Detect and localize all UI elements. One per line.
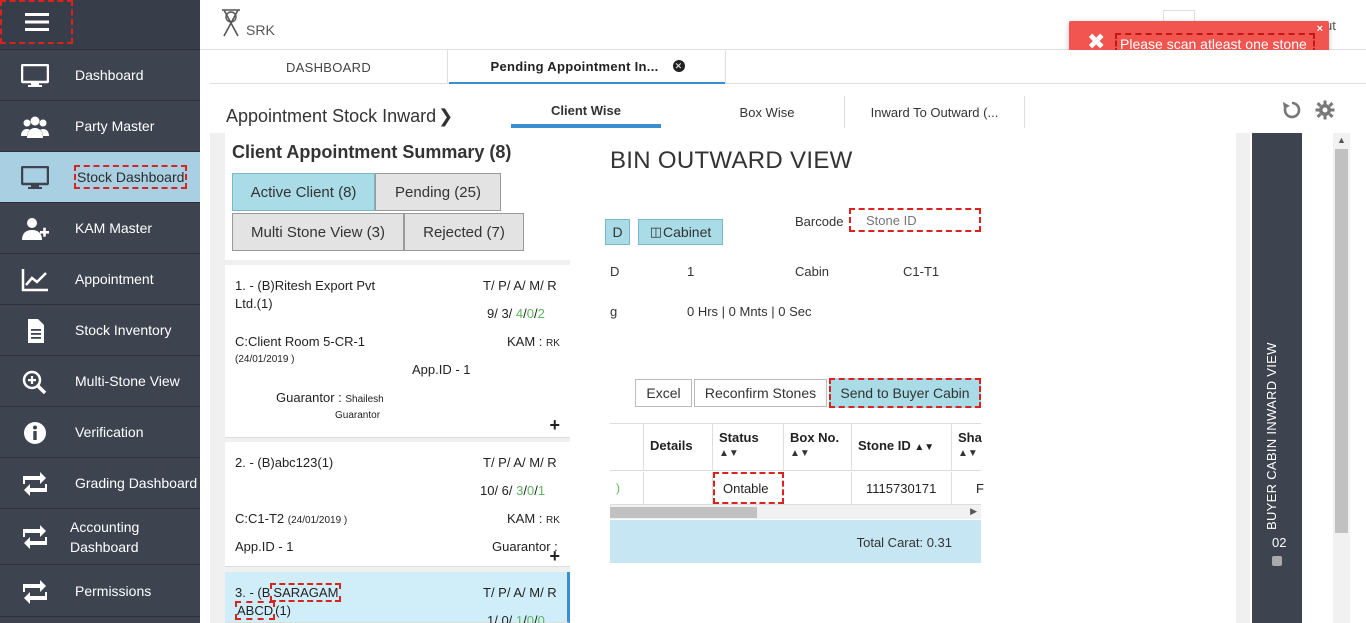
table-header-status[interactable]: Status ▲▼	[713, 423, 784, 471]
scrollbar-thumb[interactable]	[610, 507, 757, 518]
cabin-label: Cabin	[795, 264, 829, 279]
subtab-box-wise[interactable]: Box Wise	[690, 96, 845, 128]
barcode-input[interactable]	[849, 208, 981, 232]
client-card[interactable]: 1. - (B)Ritesh Export Pvt Ltd.(1) T/ P/ …	[225, 265, 570, 438]
document-icon	[20, 318, 50, 344]
info-label: D	[610, 264, 620, 279]
status-indicator: )	[616, 481, 620, 495]
sidebar-item-multi-stone-view[interactable]: Multi-Stone View	[0, 356, 200, 407]
page-vertical-scrollbar[interactable]: ▲	[1333, 133, 1350, 623]
scroll-up-icon[interactable]: ▲	[1337, 135, 1346, 145]
time-value: 0 Hrs | 0 Mnts | 0 Sec	[687, 304, 812, 319]
sidebar-item-stock-dashboard[interactable]: Stock Dashboard	[0, 152, 200, 203]
tab-dashboard[interactable]: DASHBOARD	[210, 50, 448, 84]
filter-pending-button[interactable]: Pending (25)	[375, 173, 501, 211]
table-header-shape[interactable]: Sha ▲▼	[952, 423, 982, 471]
table-cell-status: Ontable	[713, 472, 784, 504]
table-header-box-no[interactable]: Box No. ▲▼	[784, 423, 852, 471]
menu-toggle-button[interactable]	[0, 0, 200, 50]
sidebar-item-permissions[interactable]: Permissions	[0, 566, 200, 617]
table-cell-stone-id: 1115730171	[852, 472, 952, 504]
id-toggle-button[interactable]: D	[605, 219, 630, 245]
tab-strip: DASHBOARD Pending Appointment In... ✕	[210, 50, 1366, 84]
table-cell-details	[644, 472, 713, 504]
filter-active-client-button[interactable]: Active Client (8)	[232, 173, 375, 211]
refresh-icon[interactable]	[1282, 100, 1302, 120]
info-icon	[20, 420, 50, 446]
sort-icon: ▲▼	[790, 448, 810, 459]
user-plus-icon	[20, 216, 50, 242]
chevron-right-icon: ❯	[438, 106, 454, 126]
table-cell: )	[610, 472, 644, 504]
buyer-cabin-inward-panel[interactable]: BUYER CABIN INWARD VIEW 02	[1252, 133, 1302, 623]
expand-icon[interactable]: +	[549, 415, 560, 436]
client-card[interactable]: 2. - (B)abc123(1) T/ P/ A/ M/ R 10/ 6/ 3…	[225, 442, 570, 567]
appointment-counts: 10/ 6/ 3/0/1	[480, 483, 546, 498]
excel-button[interactable]: Excel	[635, 379, 692, 407]
filter-multi-stone-view-button[interactable]: Multi Stone View (3)	[232, 213, 404, 251]
retweet-icon	[20, 524, 50, 550]
table-footer: Total Carat: 0.31	[610, 520, 981, 563]
sort-icon: ▲▼	[719, 448, 739, 459]
table-cell-shape: F	[976, 480, 984, 496]
appointment-counts: 1/ 0/ 1/0/0	[487, 613, 545, 623]
sidebar-item-grading-dashboard[interactable]: Grading Dashboard	[0, 458, 200, 509]
monitor-icon	[20, 63, 50, 89]
filter-rejected-button[interactable]: Rejected (7)	[404, 213, 524, 251]
panel-count: 02	[1272, 535, 1287, 550]
barcode-label: Barcode	[795, 214, 844, 229]
time-label: g	[610, 304, 618, 319]
sidebar-item-kam-master[interactable]: KAM Master	[0, 203, 200, 254]
expand-icon[interactable]: +	[549, 546, 560, 567]
scroll-right-icon[interactable]: ▶	[970, 506, 977, 517]
scrollbar-thumb[interactable]	[1335, 149, 1348, 533]
sidebar-item-stock-inventory[interactable]: Stock Inventory	[0, 305, 200, 356]
toast-close-button[interactable]: ×	[1317, 23, 1323, 35]
checkbox-icon[interactable]	[1272, 556, 1282, 566]
cabinet-toggle-button[interactable]: ◫ Cabinet	[638, 219, 723, 245]
reconfirm-stones-button[interactable]: Reconfirm Stones	[694, 379, 827, 407]
tab-close-icon[interactable]: ✕	[672, 60, 685, 72]
cabin-value: C1-T1	[903, 264, 940, 279]
summary-title: Client Appointment Summary (8)	[232, 142, 512, 162]
table-cell-box-no	[784, 472, 852, 504]
info-value: 1	[687, 264, 695, 279]
users-icon	[20, 114, 50, 140]
retweet-icon	[20, 579, 50, 605]
columns-icon: ◫	[649, 224, 663, 239]
sort-icon: ▲▼	[914, 442, 935, 453]
table-horizontal-scrollbar[interactable]: ▶	[610, 504, 981, 519]
srk-logo[interactable]: SRK	[218, 8, 278, 42]
sidebar-item-appointment[interactable]: Appointment	[0, 254, 200, 305]
table-header	[610, 423, 644, 471]
send-to-buyer-cabin-button[interactable]: Send to Buyer Cabin	[829, 378, 981, 408]
sidebar-item-party-master[interactable]: Party Master	[0, 101, 200, 152]
tab-pending-appointment[interactable]: Pending Appointment In... ✕	[449, 50, 726, 84]
panel-title: BUYER CABIN INWARD VIEW	[1264, 342, 1279, 530]
subtab-client-wise[interactable]: Client Wise	[511, 96, 661, 128]
monitor-icon	[20, 165, 50, 191]
subtab-inward-to-outward[interactable]: Inward To Outward (...	[845, 96, 1025, 128]
page-title: Appointment Stock Inward ❯	[226, 106, 454, 126]
zoom-in-icon	[20, 369, 50, 395]
gear-icon[interactable]	[1315, 100, 1335, 120]
view-title: BIN OUTWARD VIEW	[610, 147, 853, 174]
table-header-details[interactable]: Details	[644, 423, 713, 471]
table-header-stone-id[interactable]: Stone ID ▲▼	[852, 423, 952, 471]
total-carat: Total Carat: 0.31	[856, 535, 952, 550]
retweet-icon	[20, 471, 50, 497]
tab-divider	[725, 50, 726, 84]
sidebar-item-verification[interactable]: Verification	[0, 407, 200, 458]
sort-icon: ▲▼	[958, 448, 978, 459]
line-chart-icon	[20, 267, 50, 293]
appointment-counts: 9/ 3/ 4/0/2	[487, 306, 545, 321]
hamburger-icon[interactable]	[0, 0, 73, 44]
sidebar-item-accounting-dashboard[interactable]: Accounting Dashboard	[0, 509, 200, 565]
srk-logo-icon	[222, 9, 240, 37]
sidebar-item-dashboard[interactable]: Dashboard	[0, 50, 200, 101]
client-card-selected[interactable]: 3. - (B SARAGAM ABCD (1) T/ P/ A/ M/ R 1/ …	[225, 572, 570, 623]
